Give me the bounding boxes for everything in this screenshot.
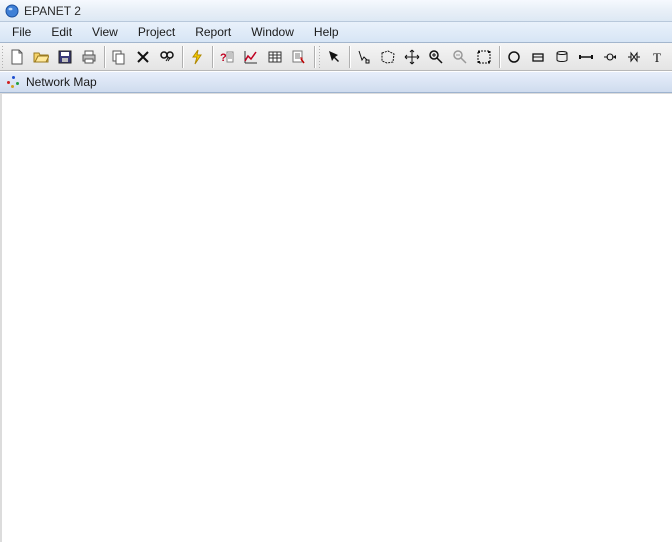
delete-button[interactable] bbox=[131, 45, 155, 69]
tank-button[interactable] bbox=[550, 45, 574, 69]
zoom-in-button[interactable] bbox=[424, 45, 448, 69]
network-map-icon bbox=[6, 75, 20, 89]
zoom-out-button[interactable] bbox=[448, 45, 472, 69]
valve-button[interactable] bbox=[622, 45, 646, 69]
menu-file[interactable]: File bbox=[2, 22, 41, 42]
toolbar-group-mapnav bbox=[322, 43, 346, 70]
toolbar-group-edit bbox=[107, 43, 179, 70]
toolbar-group-objects: T bbox=[502, 43, 670, 70]
open-button[interactable] bbox=[29, 45, 53, 69]
pan-button[interactable] bbox=[400, 45, 424, 69]
region-select-button[interactable] bbox=[376, 45, 400, 69]
find-button[interactable] bbox=[155, 45, 179, 69]
select-tool-button[interactable] bbox=[322, 45, 346, 69]
network-map-titlebar[interactable]: Network Map bbox=[0, 71, 672, 93]
window-titlebar: EPANET 2 bbox=[0, 0, 672, 22]
save-button[interactable] bbox=[53, 45, 77, 69]
new-button[interactable] bbox=[5, 45, 29, 69]
reservoir-button[interactable] bbox=[526, 45, 550, 69]
graph-button[interactable] bbox=[239, 45, 263, 69]
toolbar-group-run bbox=[185, 43, 209, 70]
menubar: File Edit View Project Report Window Hel… bbox=[0, 22, 672, 43]
menu-report[interactable]: Report bbox=[185, 22, 241, 42]
vertex-select-button[interactable] bbox=[352, 45, 376, 69]
toolbar-group-report: ? bbox=[215, 43, 311, 70]
window-title: EPANET 2 bbox=[24, 4, 81, 18]
svg-text:T: T bbox=[653, 50, 661, 65]
label-button[interactable]: T bbox=[646, 45, 670, 69]
pump-button[interactable] bbox=[598, 45, 622, 69]
network-map-canvas[interactable] bbox=[0, 93, 672, 542]
copy-button[interactable] bbox=[107, 45, 131, 69]
query-button[interactable]: ? bbox=[215, 45, 239, 69]
menu-project[interactable]: Project bbox=[128, 22, 185, 42]
run-button[interactable] bbox=[185, 45, 209, 69]
menu-window[interactable]: Window bbox=[241, 22, 304, 42]
toolbar-handle[interactable] bbox=[2, 46, 3, 68]
toolbar-group-file bbox=[5, 43, 101, 70]
toolbar-handle[interactable] bbox=[319, 46, 320, 68]
full-extent-button[interactable] bbox=[472, 45, 496, 69]
menu-view[interactable]: View bbox=[82, 22, 128, 42]
menu-help[interactable]: Help bbox=[304, 22, 349, 42]
table-button[interactable] bbox=[263, 45, 287, 69]
menu-edit[interactable]: Edit bbox=[41, 22, 82, 42]
toolbar-group-view bbox=[352, 43, 496, 70]
junction-button[interactable] bbox=[502, 45, 526, 69]
app-icon bbox=[4, 3, 20, 19]
pipe-button[interactable] bbox=[574, 45, 598, 69]
options-button[interactable] bbox=[287, 45, 311, 69]
network-map-title: Network Map bbox=[26, 75, 97, 89]
svg-text:?: ? bbox=[220, 52, 227, 64]
print-button[interactable] bbox=[77, 45, 101, 69]
toolbar: ? bbox=[0, 43, 672, 71]
